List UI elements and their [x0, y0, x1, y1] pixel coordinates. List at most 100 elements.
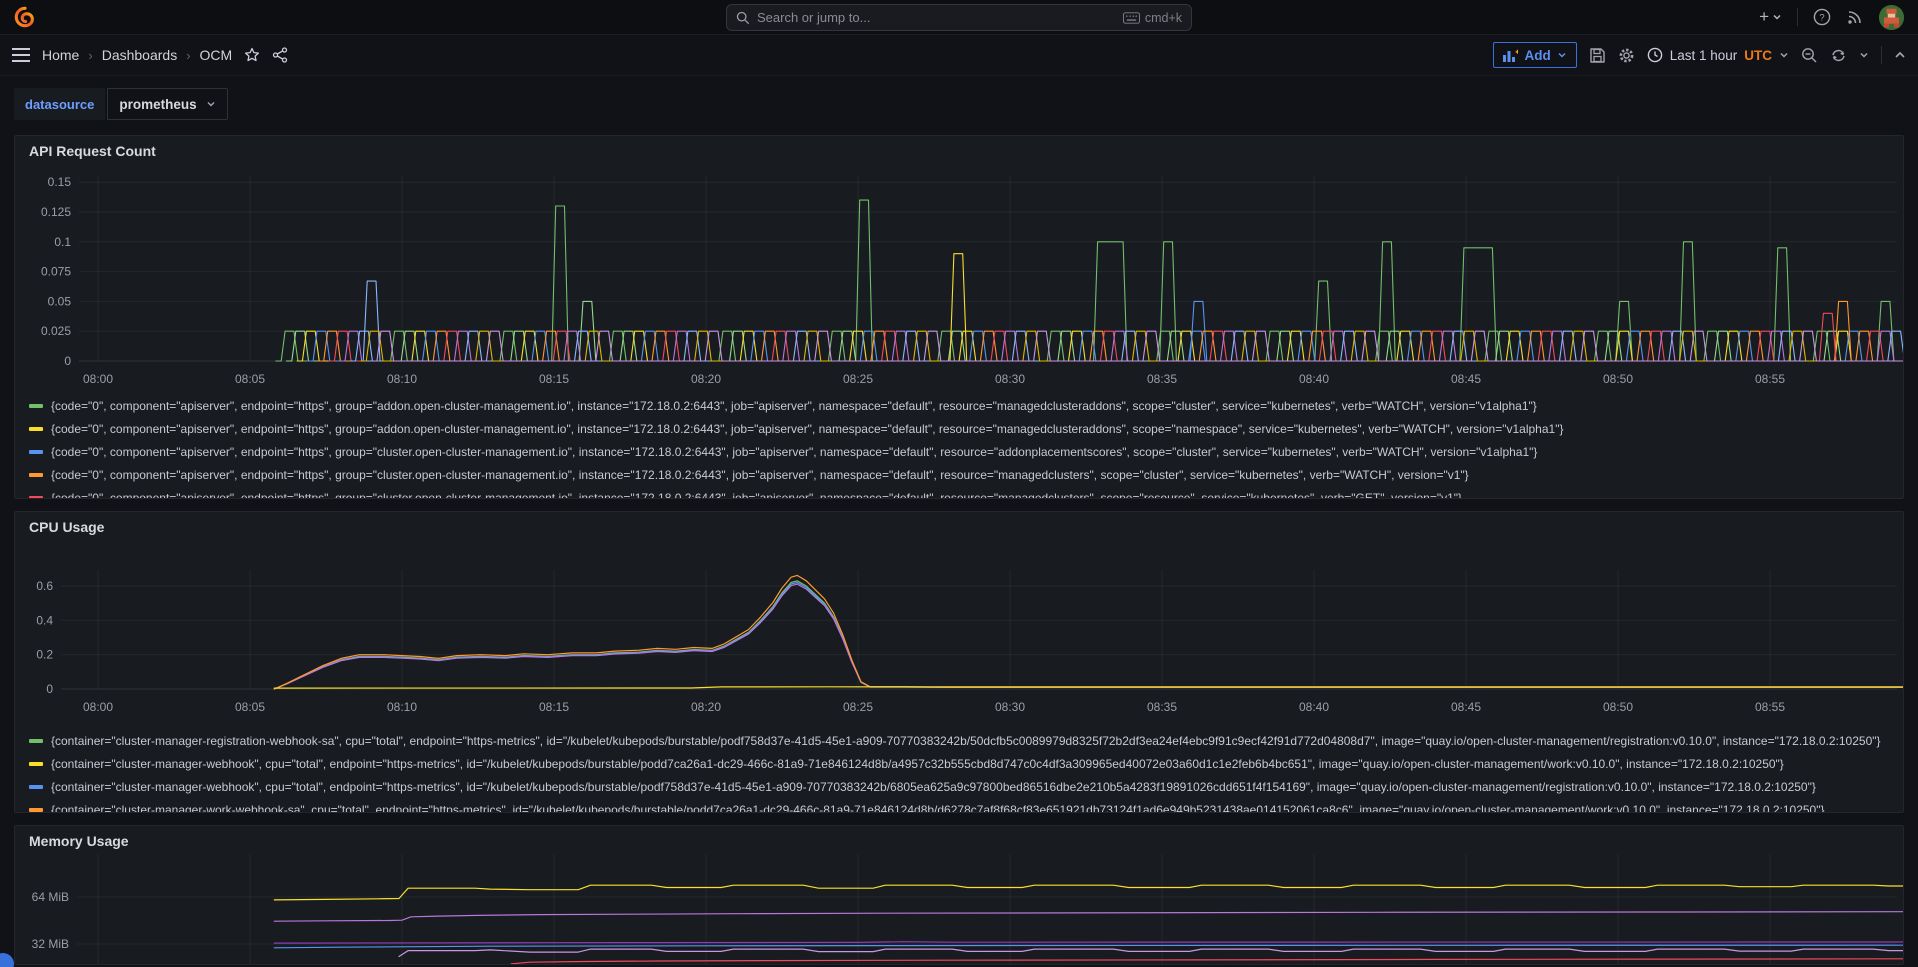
series-line-watch-addonplacementscores-cluster	[308, 301, 1904, 361]
legend-label: {container="cluster-manager-webhook", cp…	[51, 757, 1784, 771]
x-tick-label: 08:20	[691, 700, 721, 714]
x-tick-label: 08:05	[235, 700, 265, 714]
series-color-dash	[29, 808, 43, 812]
time-series-chart[interactable]: 08:0008:0508:1008:1508:2008:2508:3008:35…	[15, 136, 1904, 392]
legend-item[interactable]: {code="0", component="apiserver", endpoi…	[29, 417, 1895, 440]
legend-item[interactable]: {code="0", component="apiserver", endpoi…	[29, 463, 1895, 486]
search-icon	[736, 11, 750, 25]
x-tick-label: 08:20	[691, 372, 721, 386]
time-series-chart[interactable]: 08:0008:0508:1008:1508:2008:2508:3008:35…	[15, 512, 1904, 726]
x-tick-label: 08:25	[843, 700, 873, 714]
series-line-memory-yellow	[274, 885, 1904, 900]
series-color-dash	[29, 427, 43, 431]
collapse-chevron-up-icon[interactable]	[1894, 50, 1906, 60]
zoom-out-button[interactable]	[1801, 47, 1818, 64]
y-tick-label: 0.075	[41, 265, 71, 279]
dashboard-canvas: datasource prometheus API Request Count …	[0, 76, 1918, 965]
search-input[interactable]	[757, 10, 1116, 25]
bar-chart-plus-icon	[1503, 49, 1518, 62]
x-tick-label: 08:30	[995, 372, 1025, 386]
series-line-cluster-manager-webhook-yellow	[274, 687, 1904, 688]
legend-label: {code="0", component="apiserver", endpoi…	[51, 468, 1469, 482]
datasource-select[interactable]: prometheus	[107, 88, 227, 120]
divider	[1881, 46, 1882, 64]
legend-item[interactable]: {container="cluster-manager-work-webhook…	[29, 798, 1895, 813]
star-icon	[244, 47, 260, 63]
avatar-pixel-art	[1879, 5, 1904, 30]
add-panel-button[interactable]: Add	[1493, 42, 1576, 68]
panel-memory-usage: Memory Usage 32 MiB64 MiB	[14, 825, 1904, 965]
x-tick-label: 08:45	[1451, 372, 1481, 386]
x-tick-label: 08:35	[1147, 372, 1177, 386]
y-tick-label: 0.05	[48, 294, 72, 308]
x-tick-label: 08:10	[387, 700, 417, 714]
x-tick-label: 08:15	[539, 372, 569, 386]
y-tick-label: 0.4	[36, 613, 53, 627]
legend-label: {container="cluster-manager-registration…	[51, 734, 1881, 748]
zoom-out-icon	[1801, 47, 1818, 64]
panel-title[interactable]: CPU Usage	[29, 519, 104, 535]
legend-item[interactable]: {code="0", component="apiserver", endpoi…	[29, 440, 1895, 463]
legend-item[interactable]: {code="0", component="apiserver", endpoi…	[29, 394, 1895, 417]
series-line-cluster-manager-webhook-blue	[274, 583, 1904, 690]
legend-label: {container="cluster-manager-work-webhook…	[51, 803, 1824, 814]
x-tick-label: 08:00	[83, 372, 113, 386]
user-avatar[interactable]	[1879, 5, 1904, 30]
series-color-dash	[29, 785, 43, 789]
share-icon	[272, 47, 288, 63]
legend-item[interactable]: {code="0", component="apiserver", endpoi…	[29, 486, 1895, 499]
legend-item[interactable]: {container="cluster-manager-registration…	[29, 729, 1895, 752]
panel-api-request-count: API Request Count 08:00 08:05 08:10 08:15 08…	[14, 135, 1904, 499]
dashboard-nav-bar: Home › Dashboards › OCM	[0, 35, 1918, 76]
y-tick-label: 0.15	[48, 175, 72, 189]
global-search[interactable]: cmd+k	[726, 4, 1192, 31]
share-button[interactable]	[272, 47, 288, 63]
y-tick-label: 0.125	[41, 205, 71, 219]
refresh-interval-chevron[interactable]	[1859, 50, 1869, 60]
chevron-down-icon	[206, 99, 216, 109]
series-color-dash	[29, 450, 43, 454]
chevron-down-icon	[1779, 50, 1789, 60]
top-bar: cmd+k + ?	[0, 0, 1918, 35]
legend: {code="0", component="apiserver", endpoi…	[29, 394, 1895, 499]
news-button[interactable]	[1846, 8, 1864, 26]
refresh-button[interactable]	[1830, 47, 1847, 64]
help-button[interactable]: ?	[1813, 8, 1831, 26]
breadcrumb-dashboards[interactable]: Dashboards	[102, 47, 178, 63]
panel-title[interactable]: API Request Count	[29, 143, 156, 159]
x-tick-label: 08:10	[387, 372, 417, 386]
time-range-label: Last 1 hour	[1670, 48, 1738, 63]
refresh-icon	[1830, 47, 1847, 64]
series-color-dash	[29, 762, 43, 766]
template-variables-row: datasource prometheus	[14, 88, 1904, 120]
save-dashboard-button[interactable]	[1589, 47, 1606, 64]
breadcrumb-home[interactable]: Home	[42, 47, 79, 63]
dashboard-settings-button[interactable]	[1618, 47, 1635, 64]
series-line-cluster-manager-registration-webhook-sa	[274, 581, 1904, 689]
x-tick-label: 08:05	[235, 372, 265, 386]
y-tick-label: 0	[46, 682, 53, 696]
x-tick-label: 08:40	[1299, 372, 1329, 386]
y-tick-label: 0.2	[36, 648, 53, 662]
time-range-picker[interactable]: Last 1 hour UTC	[1647, 47, 1789, 63]
series-line-memory-purple	[274, 912, 1904, 922]
series-line-series-purple	[340, 331, 1904, 361]
time-series-chart[interactable]: 32 MiB64 MiB	[15, 826, 1904, 965]
x-tick-label: 08:45	[1451, 700, 1481, 714]
breadcrumb-separator: ›	[186, 48, 190, 63]
legend-item[interactable]: {container="cluster-manager-webhook", cp…	[29, 752, 1895, 775]
series-color-dash	[29, 739, 43, 743]
favorite-button[interactable]	[244, 47, 260, 63]
grafana-logo[interactable]	[14, 6, 36, 28]
legend-label: {container="cluster-manager-webhook", cp…	[51, 780, 1816, 794]
panel-title[interactable]: Memory Usage	[29, 833, 129, 849]
x-tick-label: 08:55	[1755, 700, 1785, 714]
x-tick-label: 08:55	[1755, 372, 1785, 386]
legend-label: {code="0", component="apiserver", endpoi…	[51, 422, 1563, 436]
legend-item[interactable]: {container="cluster-manager-webhook", cp…	[29, 775, 1895, 798]
variable-label: datasource	[14, 88, 105, 120]
new-menu-button[interactable]: +	[1759, 7, 1782, 27]
series-line-watch-managedclusteraddons-namespace	[297, 254, 1904, 361]
series-line-memory-blue	[274, 945, 1904, 948]
mega-menu-button[interactable]	[12, 48, 30, 62]
